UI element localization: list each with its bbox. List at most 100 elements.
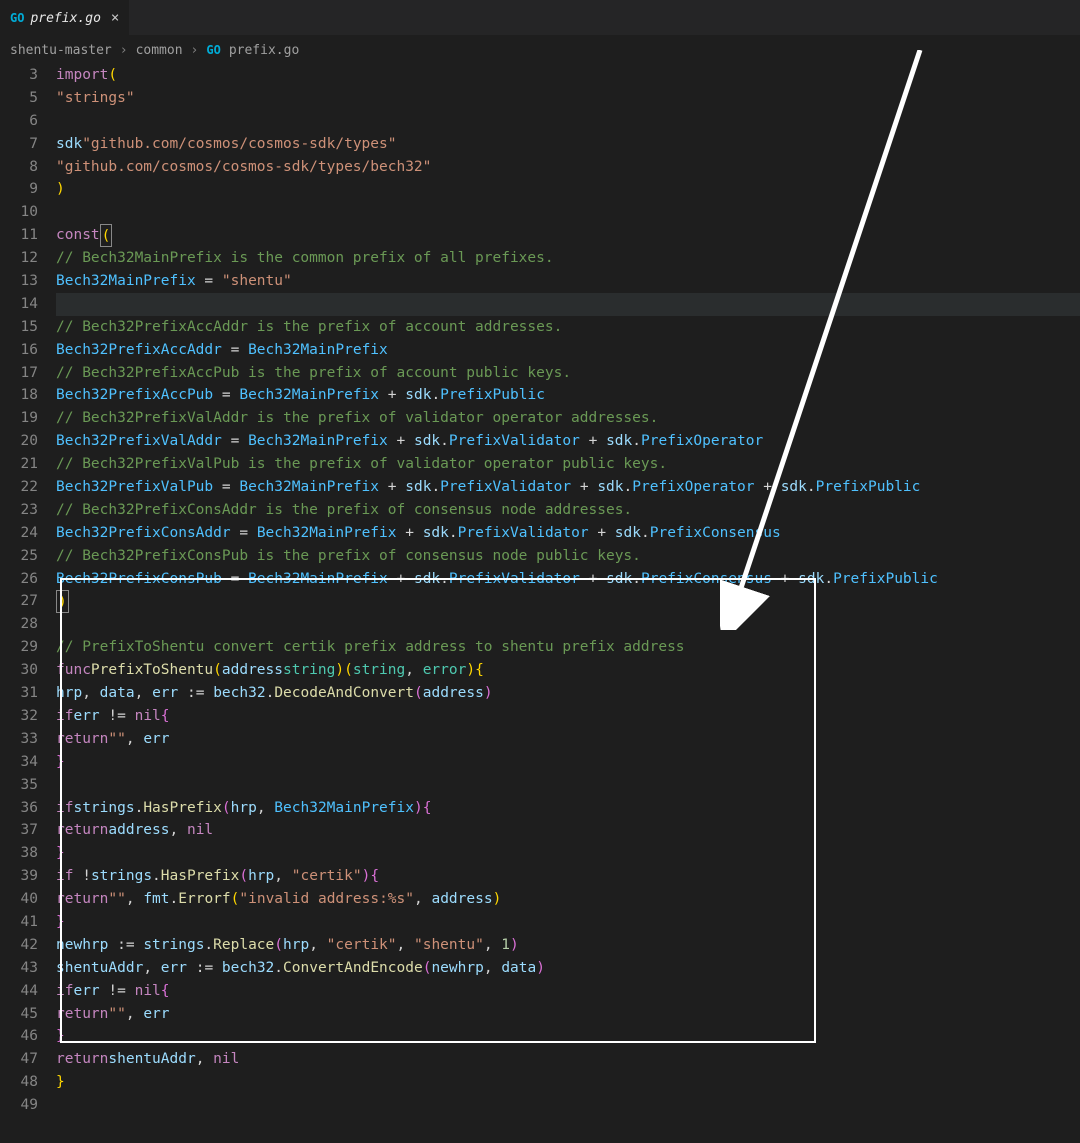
line-number: 49 xyxy=(0,1094,38,1117)
code-line[interactable]: Bech32PrefixAccPub = Bech32MainPrefix + … xyxy=(56,384,1080,407)
code-line[interactable]: Bech32PrefixValAddr = Bech32MainPrefix +… xyxy=(56,430,1080,453)
chevron-right-icon: › xyxy=(120,43,128,58)
code-line[interactable]: Bech32PrefixValPub = Bech32MainPrefix + … xyxy=(56,476,1080,499)
line-number-gutter: 3567891011121314151617181920212223242526… xyxy=(0,64,56,1117)
line-number: 40 xyxy=(0,888,38,911)
chevron-right-icon: › xyxy=(191,43,199,58)
line-number: 29 xyxy=(0,636,38,659)
code-line[interactable]: Bech32PrefixAccAddr = Bech32MainPrefix xyxy=(56,339,1080,362)
code-line[interactable]: newhrp := strings.Replace(hrp, "certik",… xyxy=(56,934,1080,957)
go-file-icon: GO xyxy=(10,11,24,25)
code-line[interactable]: "strings" xyxy=(56,87,1080,110)
tab-prefix-go[interactable]: GO prefix.go × xyxy=(0,0,129,36)
line-number: 24 xyxy=(0,522,38,545)
line-number: 42 xyxy=(0,934,38,957)
code-line[interactable] xyxy=(56,613,1080,636)
line-number: 7 xyxy=(0,133,38,156)
code-line[interactable]: return "", fmt.Errorf("invalid address:%… xyxy=(56,888,1080,911)
code-line[interactable]: Bech32PrefixConsPub = Bech32MainPrefix +… xyxy=(56,568,1080,591)
breadcrumb-seg[interactable]: common xyxy=(136,43,183,58)
code-line[interactable]: // Bech32PrefixAccPub is the prefix of a… xyxy=(56,362,1080,385)
code-line[interactable]: if !strings.HasPrefix(hrp, "certik") { xyxy=(56,865,1080,888)
line-number: 38 xyxy=(0,842,38,865)
line-number: 6 xyxy=(0,110,38,133)
line-number: 28 xyxy=(0,613,38,636)
line-number: 36 xyxy=(0,797,38,820)
code-line[interactable]: return "", err xyxy=(56,1003,1080,1026)
code-line[interactable]: "github.com/cosmos/cosmos-sdk/types/bech… xyxy=(56,156,1080,179)
code-line[interactable]: } xyxy=(56,1025,1080,1048)
code-line[interactable]: hrp, data, err := bech32.DecodeAndConver… xyxy=(56,682,1080,705)
line-number: 47 xyxy=(0,1048,38,1071)
code-line[interactable]: Bech32PrefixConsAddr = Bech32MainPrefix … xyxy=(56,522,1080,545)
code-line[interactable]: // Bech32PrefixValAddr is the prefix of … xyxy=(56,407,1080,430)
go-file-icon: GO xyxy=(206,43,220,57)
line-number: 14 xyxy=(0,293,38,316)
line-number: 45 xyxy=(0,1003,38,1026)
code-line[interactable]: // Bech32PrefixConsAddr is the prefix of… xyxy=(56,499,1080,522)
code-line[interactable]: Bech32MainPrefix = "shentu" xyxy=(56,270,1080,293)
code-line[interactable]: if strings.HasPrefix(hrp, Bech32MainPref… xyxy=(56,797,1080,820)
line-number: 16 xyxy=(0,339,38,362)
editor[interactable]: 3567891011121314151617181920212223242526… xyxy=(0,64,1080,1117)
line-number: 5 xyxy=(0,87,38,110)
tab-label: prefix.go xyxy=(30,11,100,26)
close-icon[interactable]: × xyxy=(111,10,119,26)
line-number: 43 xyxy=(0,957,38,980)
code-line[interactable]: return shentuAddr, nil xyxy=(56,1048,1080,1071)
code-line[interactable]: } xyxy=(56,911,1080,934)
code-line[interactable]: // PrefixToShentu convert certik prefix … xyxy=(56,636,1080,659)
line-number: 10 xyxy=(0,201,38,224)
code-line[interactable] xyxy=(56,293,1080,316)
code-area[interactable]: import ( "strings" sdk "github.com/cosmo… xyxy=(56,64,1080,1117)
line-number: 44 xyxy=(0,980,38,1003)
code-line[interactable]: } xyxy=(56,751,1080,774)
code-line[interactable]: // Bech32PrefixConsPub is the prefix of … xyxy=(56,545,1080,568)
code-line[interactable] xyxy=(56,201,1080,224)
code-line[interactable] xyxy=(56,110,1080,133)
code-line[interactable]: } xyxy=(56,1071,1080,1094)
code-line[interactable]: return "", err xyxy=(56,728,1080,751)
code-line[interactable]: func PrefixToShentu(address string) (str… xyxy=(56,659,1080,682)
code-line[interactable]: shentuAddr, err := bech32.ConvertAndEnco… xyxy=(56,957,1080,980)
code-line[interactable]: import ( xyxy=(56,64,1080,87)
line-number: 20 xyxy=(0,430,38,453)
code-line[interactable]: // Bech32PrefixAccAddr is the prefix of … xyxy=(56,316,1080,339)
line-number: 34 xyxy=(0,751,38,774)
line-number: 12 xyxy=(0,247,38,270)
code-line[interactable]: ) xyxy=(56,590,1080,613)
code-line[interactable]: ) xyxy=(56,178,1080,201)
code-line[interactable]: return address, nil xyxy=(56,819,1080,842)
code-line[interactable]: // Bech32PrefixValPub is the prefix of v… xyxy=(56,453,1080,476)
code-line[interactable]: const ( xyxy=(56,224,1080,247)
line-number: 15 xyxy=(0,316,38,339)
code-line[interactable]: sdk "github.com/cosmos/cosmos-sdk/types" xyxy=(56,133,1080,156)
tab-bar: GO prefix.go × xyxy=(0,0,1080,36)
code-line[interactable]: // Bech32MainPrefix is the common prefix… xyxy=(56,247,1080,270)
breadcrumb-seg[interactable]: shentu-master xyxy=(10,43,112,58)
line-number: 21 xyxy=(0,453,38,476)
line-number: 18 xyxy=(0,384,38,407)
breadcrumb[interactable]: shentu-master › common › GO prefix.go xyxy=(0,36,1080,64)
line-number: 30 xyxy=(0,659,38,682)
line-number: 46 xyxy=(0,1025,38,1048)
line-number: 41 xyxy=(0,911,38,934)
code-line[interactable] xyxy=(56,774,1080,797)
line-number: 25 xyxy=(0,545,38,568)
line-number: 32 xyxy=(0,705,38,728)
breadcrumb-seg[interactable]: prefix.go xyxy=(229,43,299,58)
line-number: 11 xyxy=(0,224,38,247)
line-number: 35 xyxy=(0,774,38,797)
line-number: 39 xyxy=(0,865,38,888)
line-number: 13 xyxy=(0,270,38,293)
line-number: 26 xyxy=(0,568,38,591)
code-line[interactable]: if err != nil { xyxy=(56,705,1080,728)
code-line[interactable] xyxy=(56,1094,1080,1117)
line-number: 23 xyxy=(0,499,38,522)
line-number: 48 xyxy=(0,1071,38,1094)
line-number: 33 xyxy=(0,728,38,751)
code-line[interactable]: } xyxy=(56,842,1080,865)
code-line[interactable]: if err != nil { xyxy=(56,980,1080,1003)
line-number: 17 xyxy=(0,362,38,385)
line-number: 9 xyxy=(0,178,38,201)
